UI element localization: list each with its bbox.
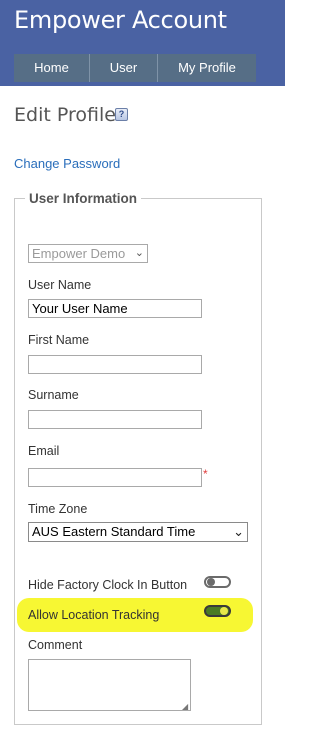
- toggle-knob: [220, 607, 228, 615]
- comment-label: Comment: [28, 638, 83, 652]
- first-name-label: First Name: [28, 333, 90, 347]
- nav-home[interactable]: Home: [14, 54, 90, 82]
- nav-my-profile[interactable]: My Profile: [158, 54, 256, 82]
- required-marker: *: [203, 467, 208, 481]
- surname-input[interactable]: [28, 410, 202, 429]
- resize-grip-icon[interactable]: ◢: [182, 702, 188, 711]
- user-name-label: User Name: [28, 278, 92, 292]
- email-input[interactable]: [28, 468, 202, 487]
- chevron-down-icon: ⌄: [233, 524, 244, 539]
- help-icon[interactable]: ?: [115, 108, 128, 121]
- user-information-legend: User Information: [29, 191, 138, 206]
- time-zone-value: AUS Eastern Standard Time: [32, 524, 196, 539]
- nav-user[interactable]: User: [90, 54, 158, 82]
- allow-location-tracking-toggle[interactable]: [204, 605, 231, 617]
- time-zone-select[interactable]: AUS Eastern Standard Time ⌄: [28, 522, 248, 542]
- change-password-link[interactable]: Change Password: [14, 156, 120, 171]
- app-title: Empower Account: [14, 6, 227, 34]
- first-name-input[interactable]: [28, 355, 202, 374]
- user-name-input[interactable]: [28, 299, 202, 318]
- company-select: Empower Demo ⌄: [28, 244, 148, 263]
- comment-textarea[interactable]: [28, 659, 191, 711]
- chevron-down-icon: ⌄: [134, 247, 144, 259]
- main-nav: Home User My Profile: [14, 54, 256, 82]
- allow-location-tracking-label: Allow Location Tracking: [28, 608, 160, 622]
- company-select-value: Empower Demo: [32, 246, 126, 261]
- surname-label: Surname: [28, 388, 79, 402]
- hide-factory-clock-toggle[interactable]: [204, 576, 231, 588]
- email-label: Email: [28, 444, 60, 458]
- page-title: Edit Profile: [14, 104, 116, 126]
- app-header: Empower Account Home User My Profile: [0, 0, 285, 86]
- hide-factory-clock-label: Hide Factory Clock In Button: [28, 578, 188, 592]
- toggle-knob: [207, 578, 215, 586]
- time-zone-label: Time Zone: [28, 502, 88, 516]
